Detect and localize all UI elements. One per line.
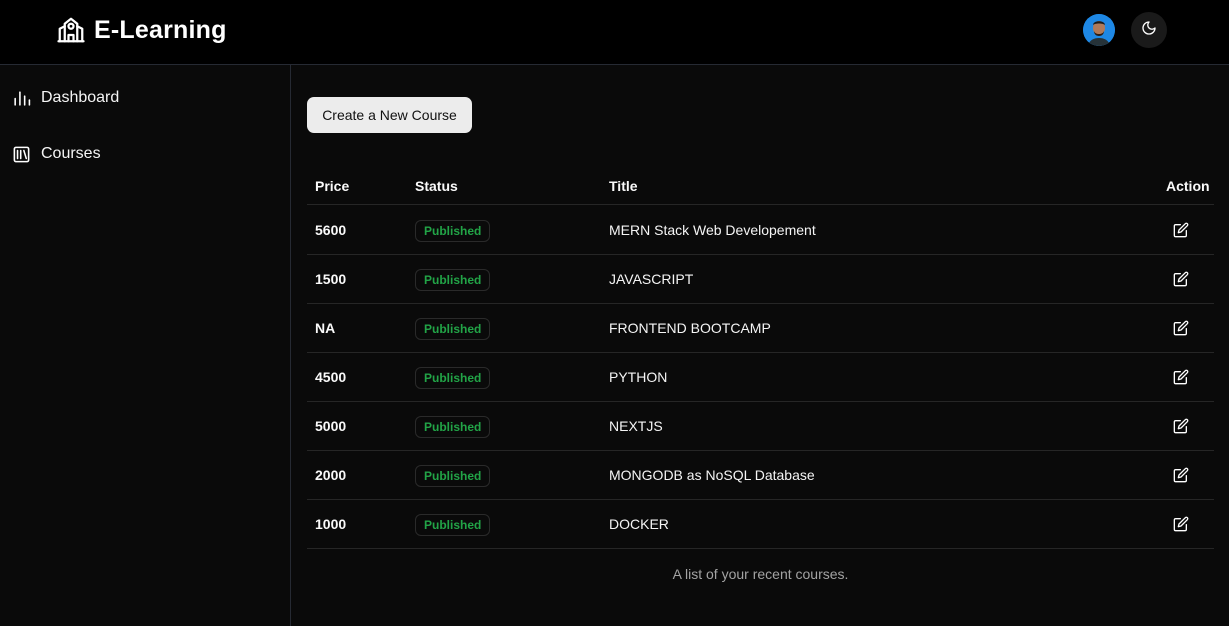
user-avatar[interactable] [1083,14,1115,46]
course-title: MONGODB as NoSQL Database [609,467,815,483]
main-content: Create a New Course Price Status Title A… [291,65,1229,626]
status-badge: Published [415,514,491,536]
table-row[interactable]: 1500 Published JAVASCRIPT [307,255,1214,304]
status-badge: Published [415,465,491,487]
course-title: PYTHON [609,369,668,385]
status-badge: Published [415,269,491,291]
top-navbar: E-Learning [0,0,1229,65]
course-price: 4500 [315,369,347,385]
course-title: FRONTEND BOOTCAMP [609,320,771,336]
table-row[interactable]: 2000 Published MONGODB as NoSQL Database [307,451,1214,500]
column-header-action[interactable]: Action [1166,178,1210,194]
brand-logo[interactable]: E-Learning [56,15,227,45]
course-price: NA [315,320,336,336]
status-badge: Published [415,367,491,389]
sidebar-item-courses[interactable]: Courses [12,143,101,165]
sidebar-item-label: Dashboard [41,89,120,106]
sidebar: Dashboard Courses [0,65,291,626]
edit-icon[interactable] [1173,222,1189,238]
course-price: 2000 [315,467,347,483]
table-row[interactable]: 5600 Published MERN Stack Web Developement [307,206,1214,255]
status-badge: Published [415,220,491,242]
bar-chart-icon [12,89,41,108]
course-price: 1000 [315,516,347,532]
status-badge: Published [415,416,491,438]
table-row[interactable]: 5000 Published NEXTJS [307,402,1214,451]
edit-icon[interactable] [1173,271,1189,287]
course-title: NEXTJS [609,418,663,434]
course-price: 5000 [315,418,347,434]
moon-icon [1141,20,1157,41]
column-header-title[interactable]: Title [609,178,638,194]
table-row[interactable]: 1000 Published DOCKER [307,500,1214,549]
library-icon [12,145,41,164]
edit-icon[interactable] [1173,418,1189,434]
brand-name: E-Learning [94,15,227,44]
edit-icon[interactable] [1173,516,1189,532]
course-title: JAVASCRIPT [609,271,694,287]
course-price: 5600 [315,222,347,238]
edit-icon[interactable] [1173,467,1189,483]
sidebar-item-label: Courses [41,145,101,162]
column-header-status[interactable]: Status [415,178,458,194]
create-course-button[interactable]: Create a New Course [307,97,472,133]
table-row[interactable]: NA Published FRONTEND BOOTCAMP [307,304,1214,353]
school-icon [56,15,86,45]
edit-icon[interactable] [1173,369,1189,385]
table-header: Price Status Title Action [307,169,1214,205]
table-caption: A list of your recent courses. [672,566,849,582]
course-title: DOCKER [609,516,669,532]
edit-icon[interactable] [1173,320,1189,336]
theme-toggle-button[interactable] [1131,12,1167,48]
table-row[interactable]: 4500 Published PYTHON [307,353,1214,402]
course-price: 1500 [315,271,347,287]
course-title: MERN Stack Web Developement [609,222,816,238]
column-header-price[interactable]: Price [315,178,349,194]
sidebar-item-dashboard[interactable]: Dashboard [12,87,119,109]
status-badge: Published [415,318,491,340]
